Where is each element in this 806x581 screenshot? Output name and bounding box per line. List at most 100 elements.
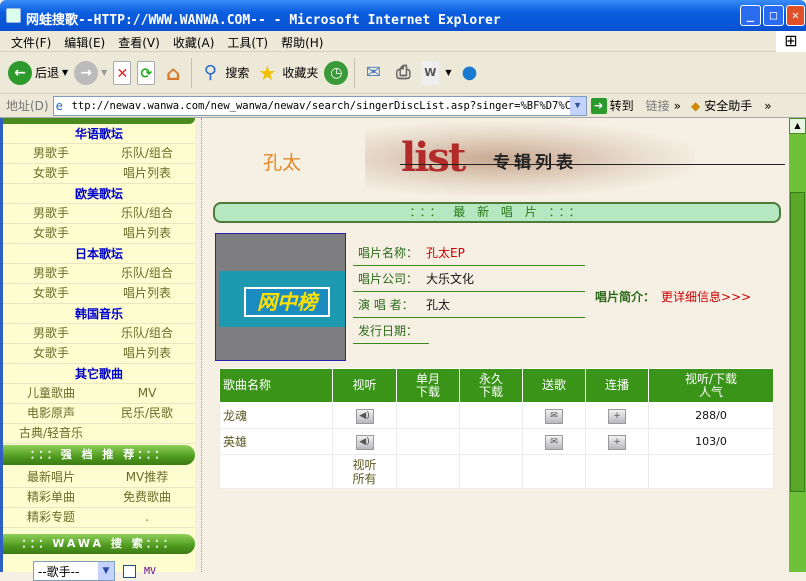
scroll-thumb[interactable]: [790, 192, 805, 492]
song-name[interactable]: 英雄: [219, 428, 333, 455]
sidebar-link[interactable]: 乐队/组合: [99, 204, 195, 223]
album-info: 唱片名称： 孔太EP 唱片公司： 大乐文化 演 唱 者： 孔太 发行日期：: [353, 240, 585, 344]
address-bar: 地址(D) e ttp://newav.wanwa.com/new_wanwa/n…: [0, 94, 806, 118]
sidebar-link[interactable]: 唱片列表: [99, 164, 195, 183]
menu-favorites[interactable]: 收藏(A): [168, 31, 223, 51]
edit-word-icon[interactable]: W: [421, 60, 440, 85]
sidebar-link[interactable]: 乐队/组合: [99, 264, 195, 283]
more-info-link[interactable]: 更详细信息>>>: [661, 290, 751, 304]
window-title: 网蛙搜歌--HTTP://WWW.WANWA.COM-- - Microsoft…: [26, 13, 501, 28]
menu-file[interactable]: 文件(F): [6, 31, 59, 51]
sidebar-link[interactable]: 唱片列表: [99, 344, 195, 363]
sidebar-section-title[interactable]: 韩国音乐: [3, 304, 195, 324]
sidebar-row: 女歌手 唱片列表: [3, 224, 195, 244]
menu-view[interactable]: 查看(V): [113, 31, 168, 51]
sidebar-link[interactable]: 女歌手: [3, 224, 99, 243]
sidebar-link[interactable]: 女歌手: [3, 284, 99, 303]
address-input[interactable]: e ttp://newav.wanwa.com/new_wanwa/newav/s…: [52, 95, 587, 116]
links-more[interactable]: »: [674, 99, 681, 113]
sidebar-link[interactable]: [99, 424, 195, 443]
recommend-link[interactable]: .: [99, 508, 195, 527]
assistant-button[interactable]: 安全助手: [704, 97, 752, 114]
table-row: 龙魂 ◀) ✉ + 288/0: [219, 402, 774, 429]
home-icon[interactable]: ⌂: [161, 61, 185, 85]
close-button[interactable]: ✕: [786, 5, 805, 26]
sidebar-link[interactable]: 男歌手: [3, 324, 99, 343]
menu-edit[interactable]: 编辑(E): [59, 31, 113, 51]
envelope-icon[interactable]: ✉: [545, 434, 563, 450]
forward-button[interactable]: → ▼: [74, 60, 107, 85]
sidebar-link[interactable]: 女歌手: [3, 344, 99, 363]
address-dropdown-icon[interactable]: ▼: [569, 96, 586, 115]
sidebar-link[interactable]: 女歌手: [3, 164, 99, 183]
back-button[interactable]: ← 后退 ▼: [8, 60, 68, 85]
recommend-link[interactable]: MV推荐: [99, 468, 195, 487]
sidebar-link[interactable]: 乐队/组合: [99, 144, 195, 163]
scroll-up-icon[interactable]: ▲: [789, 118, 806, 134]
sidebar-section-title[interactable]: 其它歌曲: [3, 364, 195, 384]
album-list-banner: list 专辑列表: [365, 122, 695, 196]
sidebar-link[interactable]: 唱片列表: [99, 224, 195, 243]
chevron-down-icon: ▼: [98, 562, 114, 580]
title-bar: 网蛙搜歌--HTTP://WWW.WANWA.COM-- - Microsoft…: [0, 0, 806, 31]
toolbar-more[interactable]: »: [764, 99, 771, 113]
sidebar-link[interactable]: 古典/轻音乐: [3, 424, 99, 443]
sidebar-link[interactable]: 儿童歌曲: [3, 384, 99, 403]
album-cover[interactable]: 网中榜: [215, 233, 346, 361]
sidebar-section-title[interactable]: 华语歌坛: [3, 124, 195, 144]
menu-help[interactable]: 帮助(H): [276, 31, 331, 51]
go-label: 转到: [609, 99, 634, 113]
recommend-link[interactable]: 精彩单曲: [3, 488, 99, 507]
col-header: 视听/下载 人气: [648, 368, 774, 403]
sidebar-section-title[interactable]: 日本歌坛: [3, 244, 195, 264]
search-type-value: --歌手--: [38, 565, 80, 579]
album-artist: 孔太: [426, 298, 451, 312]
refresh-icon[interactable]: ⟳: [137, 60, 156, 85]
recommend-bar: ：：：强 档 推 荐：：：: [3, 445, 195, 465]
recommend-link[interactable]: 最新唱片: [3, 468, 99, 487]
sidebar-link[interactable]: 唱片列表: [99, 284, 195, 303]
info-label: 发行日期：: [358, 324, 419, 338]
search-bar: ：：：WAWA 搜 索：：：: [3, 534, 195, 554]
stop-icon[interactable]: ✕: [113, 60, 132, 85]
back-label: 后退: [35, 66, 60, 80]
menu-bar: 文件(F) 编辑(E) 查看(V) 收藏(A) 工具(T) 帮助(H): [0, 31, 806, 52]
mail-icon[interactable]: ✉: [361, 61, 385, 85]
favorites-button[interactable]: ★ 收藏夹: [255, 61, 318, 85]
sidebar-row: 男歌手 乐队/组合: [3, 204, 195, 224]
sidebar-link[interactable]: 男歌手: [3, 264, 99, 283]
links-label[interactable]: 链接: [646, 97, 670, 114]
vertical-scrollbar[interactable]: ▲: [789, 118, 806, 572]
history-icon[interactable]: ◷: [324, 60, 349, 85]
sidebar-link[interactable]: 民乐/民歌: [99, 404, 195, 423]
speaker-icon[interactable]: ◀): [355, 434, 374, 450]
plus-icon[interactable]: +: [608, 408, 626, 424]
sidebar-link[interactable]: 男歌手: [3, 144, 99, 163]
minimize-button[interactable]: _: [740, 5, 761, 26]
go-button[interactable]: ➜ 转到: [590, 97, 634, 114]
messenger-icon[interactable]: ●: [458, 61, 482, 85]
main-content: list 专辑列表 孔太 ：：： 最 新 唱 片 ：：： 网中榜 唱片名称： 孔太…: [205, 118, 789, 572]
print-icon[interactable]: ⎙: [391, 61, 415, 85]
album-name[interactable]: 孔太EP: [426, 244, 465, 261]
recommend-link[interactable]: 免费歌曲: [99, 488, 195, 507]
envelope-icon[interactable]: ✉: [545, 408, 563, 424]
sidebar-link[interactable]: 男歌手: [3, 204, 99, 223]
maximize-button[interactable]: □: [763, 5, 784, 26]
song-name[interactable]: 龙魂: [219, 402, 333, 429]
album-company: 大乐文化: [426, 272, 475, 286]
recommend-link[interactable]: 精彩专题: [3, 508, 99, 527]
sidebar-link[interactable]: 电影原声: [3, 404, 99, 423]
sidebar-link[interactable]: MV: [99, 384, 195, 403]
song-table: 歌曲名称 视听 单月 下载 永久 下载 送歌 连播 视听/下载 人气 龙魂 ◀)…: [219, 368, 774, 489]
sidebar-row: 女歌手 唱片列表: [3, 164, 195, 184]
listen-all-link[interactable]: 视听 所有: [332, 454, 397, 489]
sidebar-section-title[interactable]: 欧美歌坛: [3, 184, 195, 204]
mv-checkbox[interactable]: [123, 564, 136, 578]
search-button[interactable]: ⚲ 搜索: [198, 61, 250, 85]
menu-tools[interactable]: 工具(T): [222, 31, 276, 51]
speaker-icon[interactable]: ◀): [355, 408, 374, 424]
search-type-select[interactable]: --歌手-- ▼: [33, 561, 115, 581]
sidebar-link[interactable]: 乐队/组合: [99, 324, 195, 343]
plus-icon[interactable]: +: [608, 434, 626, 450]
